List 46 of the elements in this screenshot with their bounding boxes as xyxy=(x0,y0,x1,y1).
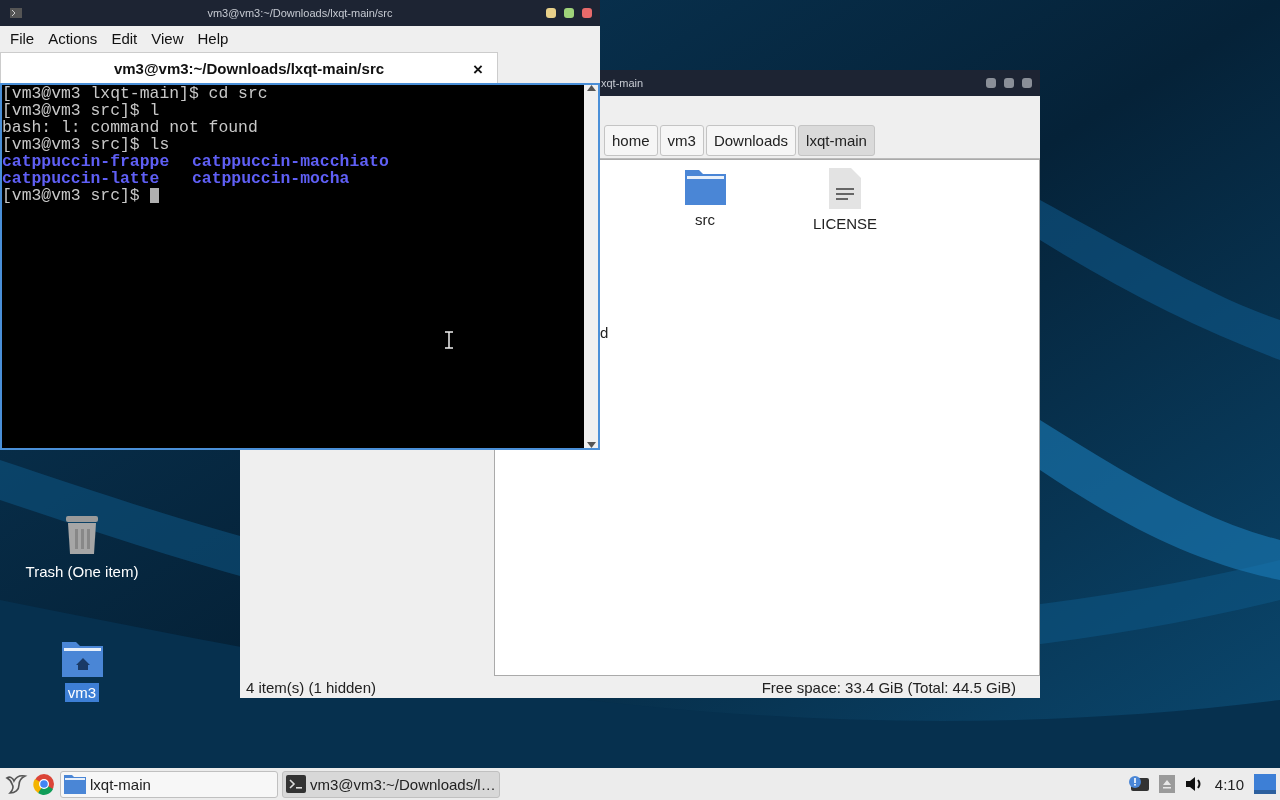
folder-icon xyxy=(64,774,86,794)
desktop-icon-label[interactable]: Trash (One item) xyxy=(22,562,142,581)
trash-icon xyxy=(63,514,101,556)
menu-item[interactable]: Edit xyxy=(104,29,145,47)
terminal-line: [vm3@vm3 lxqt-main]$ cd src xyxy=(2,85,268,102)
scroll-down-icon[interactable] xyxy=(586,442,596,448)
directory-name: catppuccin-frappe xyxy=(2,153,171,170)
desktop-icon-label[interactable]: vm3 xyxy=(64,683,100,702)
taskbar-button[interactable]: lxqt-main xyxy=(60,770,278,798)
terminal-icon xyxy=(10,8,22,18)
terminal-line: [vm3@vm3 src]$ l xyxy=(2,102,160,119)
file-name[interactable]: d xyxy=(600,324,609,341)
menu-item[interactable]: Help xyxy=(190,29,236,47)
directory-name: catppuccin-latte xyxy=(2,170,161,187)
window-title: vm3@vm3:~/Downloads/lxqt-main/src xyxy=(207,7,393,19)
menu-item[interactable]: View xyxy=(144,29,191,47)
path-button[interactable]: lxqt-main xyxy=(798,124,875,156)
text-file-icon xyxy=(829,168,861,209)
scrollbar[interactable] xyxy=(584,85,598,448)
tab-title: vm3@vm3:~/Downloads/lxqt-main/src xyxy=(113,59,385,77)
close-tab-button[interactable]: × xyxy=(473,60,483,80)
clock[interactable]: 4:10 xyxy=(1214,775,1244,793)
menu-item[interactable]: Actions xyxy=(41,29,105,47)
terminal-tab[interactable]: vm3@vm3:~/Downloads/lxqt-main/src × xyxy=(0,52,498,83)
path-button[interactable]: home xyxy=(604,124,658,156)
free-space: Free space: 33.4 GiB (Total: 44.5 GiB) xyxy=(761,678,1016,696)
bird-icon[interactable] xyxy=(4,772,28,796)
terminal-icon xyxy=(286,775,306,793)
path-button[interactable]: Downloads xyxy=(705,124,797,156)
text-pointer-icon xyxy=(444,331,454,349)
menu-item[interactable]: File xyxy=(3,29,42,47)
browser-icon[interactable] xyxy=(32,772,56,796)
scroll-up-icon[interactable] xyxy=(586,85,596,91)
directory-name: catppuccin-macchiato xyxy=(192,153,389,170)
notification-icon[interactable] xyxy=(1128,775,1149,793)
item-count: 4 item(s) (1 hidden) xyxy=(246,678,377,696)
window-title: xqt-main xyxy=(601,77,644,89)
terminal-line: [vm3@vm3 src]$ ls xyxy=(2,136,170,153)
path-button[interactable]: vm3 xyxy=(659,124,704,156)
terminal-line: [vm3@vm3 src]$ xyxy=(2,187,141,204)
taskbar-button[interactable]: vm3@vm3:~/Downloads/l… xyxy=(282,770,500,798)
directory-name: catppuccin-mocha xyxy=(192,170,351,187)
file-name[interactable]: src xyxy=(695,211,715,228)
folder-icon xyxy=(684,168,726,205)
terminal-line: bash: l: command not found xyxy=(2,119,258,136)
file-name[interactable]: LICENSE xyxy=(812,215,878,232)
